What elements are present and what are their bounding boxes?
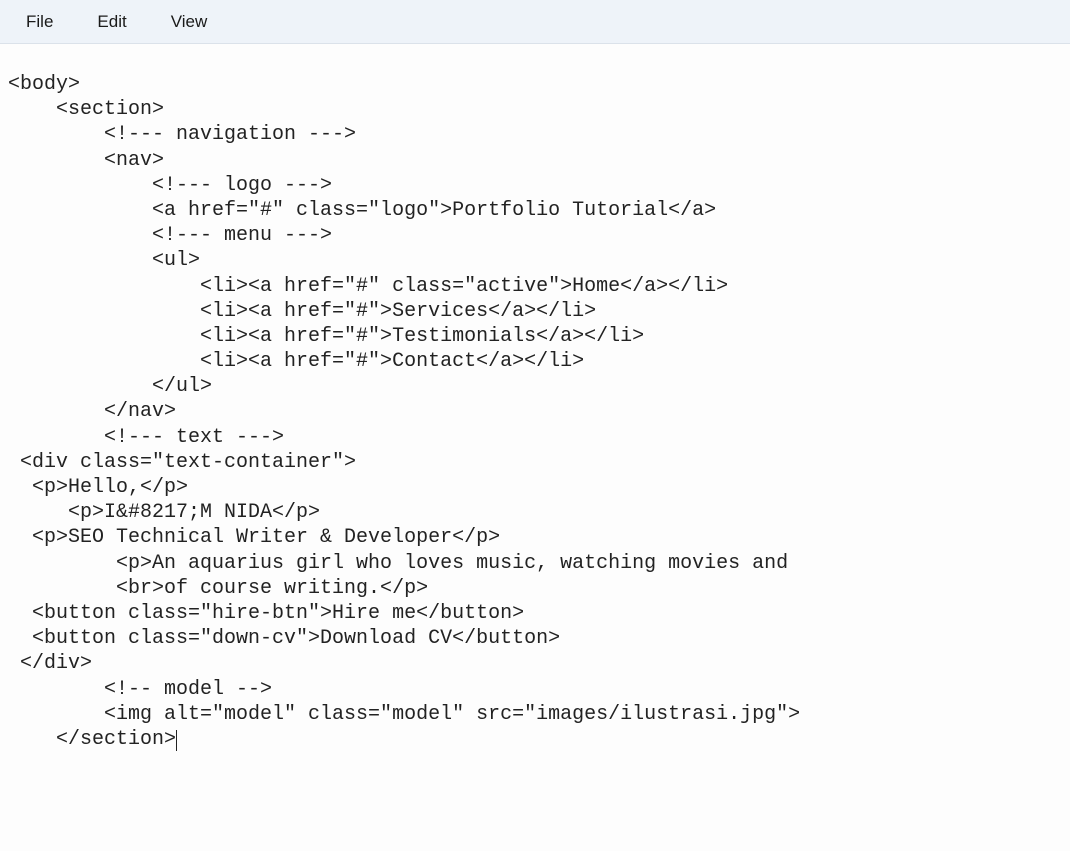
code-line: </section> [8,727,1062,752]
code-line: </div> [8,651,1062,676]
code-line: <!--- navigation ---> [8,122,1062,147]
code-line: <!--- text ---> [8,425,1062,450]
code-editor[interactable]: <body> <section> <!--- navigation ---> <… [0,44,1070,760]
code-line: <!--- menu ---> [8,223,1062,248]
code-line: <p>Hello,</p> [8,475,1062,500]
code-line: </nav> [8,399,1062,424]
code-line: <body> [8,72,1062,97]
code-line: <ul> [8,248,1062,273]
code-line: <nav> [8,148,1062,173]
menu-edit[interactable]: Edit [75,6,148,38]
menubar: File Edit View [0,0,1070,44]
code-line: <br>of course writing.</p> [8,576,1062,601]
code-line: <p>An aquarius girl who loves music, wat… [8,551,1062,576]
code-line: <li><a href="#" class="active">Home</a><… [8,274,1062,299]
menu-view[interactable]: View [149,6,230,38]
code-line: <section> [8,97,1062,122]
code-line: <img alt="model" class="model" src="imag… [8,702,1062,727]
code-line: <!-- model --> [8,677,1062,702]
code-line: <p>SEO Technical Writer & Developer</p> [8,525,1062,550]
code-line: <li><a href="#">Contact</a></li> [8,349,1062,374]
code-line: <button class="down-cv">Download CV</but… [8,626,1062,651]
code-line: <a href="#" class="logo">Portfolio Tutor… [8,198,1062,223]
text-caret [176,730,177,751]
code-line: <p>I&#8217;M NIDA</p> [8,500,1062,525]
code-line: <!--- logo ---> [8,173,1062,198]
menu-file[interactable]: File [4,6,75,38]
code-line: <div class="text-container"> [8,450,1062,475]
code-line: </ul> [8,374,1062,399]
code-line: <li><a href="#">Testimonials</a></li> [8,324,1062,349]
code-line: <li><a href="#">Services</a></li> [8,299,1062,324]
code-line: <button class="hire-btn">Hire me</button… [8,601,1062,626]
